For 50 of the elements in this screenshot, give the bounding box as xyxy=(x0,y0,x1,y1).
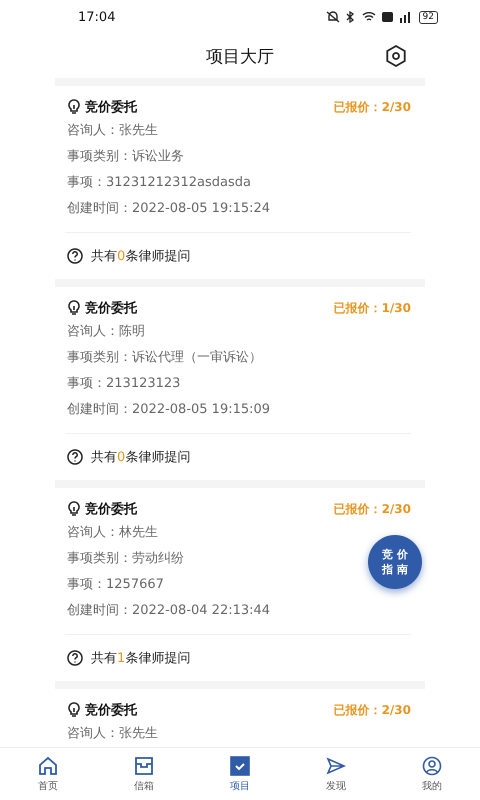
home-icon xyxy=(38,756,58,776)
questions-text: 共有1条律师提问 xyxy=(91,650,190,667)
info-text: 创建时间：2022-08-05 19:15:09 xyxy=(67,401,270,419)
info-text: 咨询人：张先生 xyxy=(67,122,158,140)
questions-text: 共有0条律师提问 xyxy=(91,248,190,265)
info-text: 事项类别：诉讼代理（一审诉讼） xyxy=(67,349,262,367)
info-text: 事项类别：劳动纠纷 xyxy=(67,550,184,568)
status-time: 17:04 xyxy=(78,10,116,24)
settings-button[interactable] xyxy=(384,44,408,68)
nav-tab[interactable]: 项目 xyxy=(192,748,288,800)
info-text: 事项类别：诉讼业务 xyxy=(67,148,184,166)
quote-count: 已报价：2/30 xyxy=(334,98,411,116)
bell-off-icon xyxy=(326,11,340,23)
lightbulb-icon xyxy=(67,99,81,115)
lightbulb-icon xyxy=(67,300,81,316)
user-icon xyxy=(422,756,442,776)
info-text: 创建时间：2022-08-05 19:15:24 xyxy=(67,200,270,218)
info-text: 咨询人：张先生 xyxy=(67,725,158,743)
lightbulb-icon xyxy=(67,702,81,718)
quote-count: 已报价：2/30 xyxy=(334,702,411,718)
card-title: 竞价委托 xyxy=(85,98,137,116)
card-title: 竞价委托 xyxy=(85,702,137,719)
card-title: 竞价委托 xyxy=(85,500,137,518)
info-text: 咨询人：陈明 xyxy=(67,323,145,341)
quote-count: 已报价：2/30 xyxy=(334,500,411,518)
signal-icon xyxy=(398,11,413,23)
question-icon xyxy=(67,650,83,666)
wifi-icon xyxy=(362,11,376,23)
battery-indicator: 92 xyxy=(418,10,438,24)
checkbox-icon xyxy=(230,756,250,776)
nav-tab[interactable]: 我的 xyxy=(384,748,480,800)
nav-tab[interactable]: 发现 xyxy=(288,748,384,800)
question-icon xyxy=(67,248,83,264)
bidding-guide-button[interactable]: 竞 价 指 南 xyxy=(368,535,422,589)
bluetooth-icon xyxy=(346,11,356,23)
info-text: 事项：31231212312asdasda xyxy=(67,174,251,192)
questions-text: 共有0条律师提问 xyxy=(91,449,190,466)
nav-tab[interactable]: 首页 xyxy=(0,748,96,800)
info-text: 咨询人：林先生 xyxy=(67,524,158,542)
card-title: 竞价委托 xyxy=(85,300,137,317)
lightbulb-icon xyxy=(67,501,81,517)
info-text: 事项：213123123 xyxy=(67,375,180,393)
inbox-icon xyxy=(134,756,154,776)
send-icon xyxy=(326,756,346,776)
quote-count: 已报价：1/30 xyxy=(334,300,411,316)
info-text: 事项：1257667 xyxy=(67,576,164,594)
info-text: 创建时间：2022-08-04 22:13:44 xyxy=(67,602,270,620)
nav-tab[interactable]: 信箱 xyxy=(96,748,192,800)
question-icon xyxy=(67,449,83,465)
page-title: 项目大厅 xyxy=(206,46,274,68)
